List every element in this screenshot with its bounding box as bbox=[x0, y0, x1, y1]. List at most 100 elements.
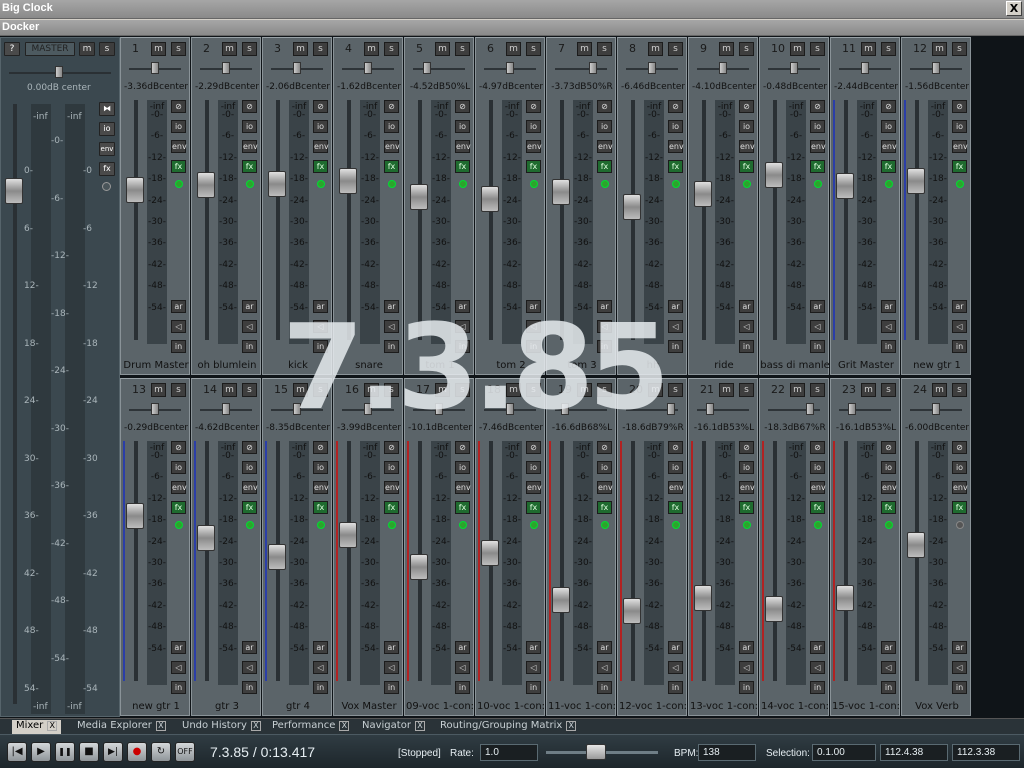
mute-button[interactable]: m bbox=[506, 42, 521, 56]
env-button[interactable]: env bbox=[881, 481, 897, 494]
mute-button[interactable]: m bbox=[861, 383, 876, 397]
io-button[interactable]: io bbox=[384, 461, 399, 474]
auto-crossfade-button[interactable]: OFF bbox=[175, 742, 195, 762]
phase-icon[interactable]: ⊘ bbox=[952, 100, 967, 113]
automation-button[interactable]: ar bbox=[455, 300, 470, 313]
env-button[interactable]: env bbox=[384, 481, 400, 494]
automation-button[interactable]: ar bbox=[455, 641, 470, 654]
loop-button[interactable]: ↻ bbox=[151, 742, 171, 762]
solo-button[interactable]: s bbox=[952, 383, 967, 397]
track-name[interactable]: new gtr 1 bbox=[121, 701, 191, 712]
track-name[interactable]: 13-voc 1-con: bbox=[689, 701, 759, 712]
fader-track[interactable] bbox=[915, 441, 919, 681]
mute-button[interactable]: m bbox=[222, 383, 237, 397]
fx-button[interactable]: fx bbox=[455, 160, 470, 173]
fader-knob[interactable] bbox=[694, 181, 712, 208]
fader-track[interactable] bbox=[844, 441, 848, 681]
tab-performance[interactable]: Performance X bbox=[268, 720, 353, 734]
fader-track[interactable] bbox=[773, 441, 777, 681]
fader-knob[interactable] bbox=[765, 596, 783, 623]
pan-knob[interactable] bbox=[932, 403, 940, 415]
phase-icon[interactable]: ⊘ bbox=[597, 100, 612, 113]
fader-knob[interactable] bbox=[339, 521, 357, 548]
env-button[interactable]: env bbox=[810, 481, 826, 494]
mute-button[interactable]: m bbox=[151, 383, 166, 397]
pan-knob[interactable] bbox=[293, 403, 301, 415]
pan-knob[interactable] bbox=[848, 403, 857, 415]
fx-button[interactable]: fx bbox=[313, 501, 328, 514]
phase-icon[interactable]: ⊘ bbox=[952, 441, 967, 454]
track-name[interactable]: oh blumlein bbox=[192, 360, 262, 371]
track-name[interactable]: Vox Verb bbox=[902, 701, 972, 712]
pan-knob[interactable] bbox=[506, 403, 514, 415]
phase-icon[interactable]: ⊘ bbox=[384, 441, 399, 454]
fader-knob[interactable] bbox=[623, 597, 641, 624]
input-button[interactable]: in bbox=[668, 681, 683, 694]
pan-knob[interactable] bbox=[560, 403, 569, 415]
fader-knob[interactable] bbox=[552, 179, 570, 206]
input-button[interactable]: in bbox=[810, 681, 825, 694]
track-name[interactable]: 09-voc 1-con: bbox=[405, 701, 475, 712]
solo-button[interactable]: s bbox=[455, 42, 470, 56]
solo-button[interactable]: s bbox=[526, 383, 541, 397]
phase-icon[interactable]: ⊘ bbox=[171, 441, 186, 454]
env-button[interactable]: env bbox=[171, 140, 187, 153]
fader-knob[interactable] bbox=[694, 584, 712, 611]
master-mute-button[interactable]: m bbox=[79, 42, 95, 56]
mute-button[interactable]: m bbox=[790, 383, 805, 397]
env-button[interactable]: env bbox=[668, 140, 684, 153]
automation-button[interactable]: ar bbox=[526, 300, 541, 313]
phase-invert-button[interactable]: ◁ bbox=[313, 320, 328, 333]
record-button[interactable]: ● bbox=[127, 742, 147, 762]
automation-button[interactable]: ar bbox=[881, 641, 896, 654]
solo-button[interactable]: s bbox=[739, 42, 754, 56]
input-button[interactable]: in bbox=[952, 340, 967, 353]
stop-button[interactable]: ■ bbox=[79, 742, 99, 762]
automation-button[interactable]: ar bbox=[597, 641, 612, 654]
close-icon[interactable]: X bbox=[1006, 1, 1022, 16]
mute-button[interactable]: m bbox=[151, 42, 166, 56]
fader-knob[interactable] bbox=[197, 525, 215, 552]
io-button[interactable]: io bbox=[952, 120, 967, 133]
pan-knob[interactable] bbox=[423, 62, 431, 74]
go-to-end-button[interactable]: ▶| bbox=[103, 742, 123, 762]
solo-button[interactable]: s bbox=[810, 42, 825, 56]
phase-icon[interactable]: ⊘ bbox=[526, 441, 541, 454]
automation-button[interactable]: ar bbox=[668, 300, 683, 313]
master-io-button[interactable]: io bbox=[99, 122, 115, 136]
mute-button[interactable]: m bbox=[648, 383, 663, 397]
automation-button[interactable]: ar bbox=[384, 300, 399, 313]
fader-knob[interactable] bbox=[623, 193, 641, 220]
fader-knob[interactable] bbox=[836, 584, 854, 611]
pan-knob[interactable] bbox=[719, 62, 727, 74]
io-button[interactable]: io bbox=[526, 461, 541, 474]
env-button[interactable]: env bbox=[313, 481, 329, 494]
phase-invert-button[interactable]: ◁ bbox=[739, 661, 754, 674]
master-fx-button[interactable]: fx bbox=[99, 162, 115, 176]
env-button[interactable]: env bbox=[952, 481, 968, 494]
phase-invert-button[interactable]: ◁ bbox=[810, 320, 825, 333]
input-button[interactable]: in bbox=[171, 681, 186, 694]
io-button[interactable]: io bbox=[597, 120, 612, 133]
automation-button[interactable]: ar bbox=[739, 641, 754, 654]
pan-knob[interactable] bbox=[506, 62, 514, 74]
phase-invert-button[interactable]: ◁ bbox=[881, 320, 896, 333]
master-env-button[interactable]: env bbox=[99, 142, 115, 156]
mute-button[interactable]: m bbox=[932, 383, 947, 397]
automation-button[interactable]: ar bbox=[242, 641, 257, 654]
env-button[interactable]: env bbox=[313, 140, 329, 153]
mute-button[interactable]: m bbox=[648, 42, 663, 56]
automation-button[interactable]: ar bbox=[739, 300, 754, 313]
io-button[interactable]: io bbox=[739, 120, 754, 133]
selection-start-field[interactable]: 0.1.00 bbox=[812, 744, 876, 761]
mute-button[interactable]: m bbox=[861, 42, 876, 56]
master-fader-knob[interactable] bbox=[5, 178, 23, 204]
automation-button[interactable]: ar bbox=[668, 641, 683, 654]
phase-icon[interactable]: ⊘ bbox=[668, 441, 683, 454]
fader-knob[interactable] bbox=[907, 168, 925, 195]
solo-button[interactable]: s bbox=[952, 42, 967, 56]
phase-icon[interactable]: ⊘ bbox=[313, 441, 328, 454]
input-button[interactable]: in bbox=[242, 681, 257, 694]
phase-icon[interactable]: ⊘ bbox=[739, 100, 754, 113]
fader-track[interactable] bbox=[702, 100, 706, 340]
